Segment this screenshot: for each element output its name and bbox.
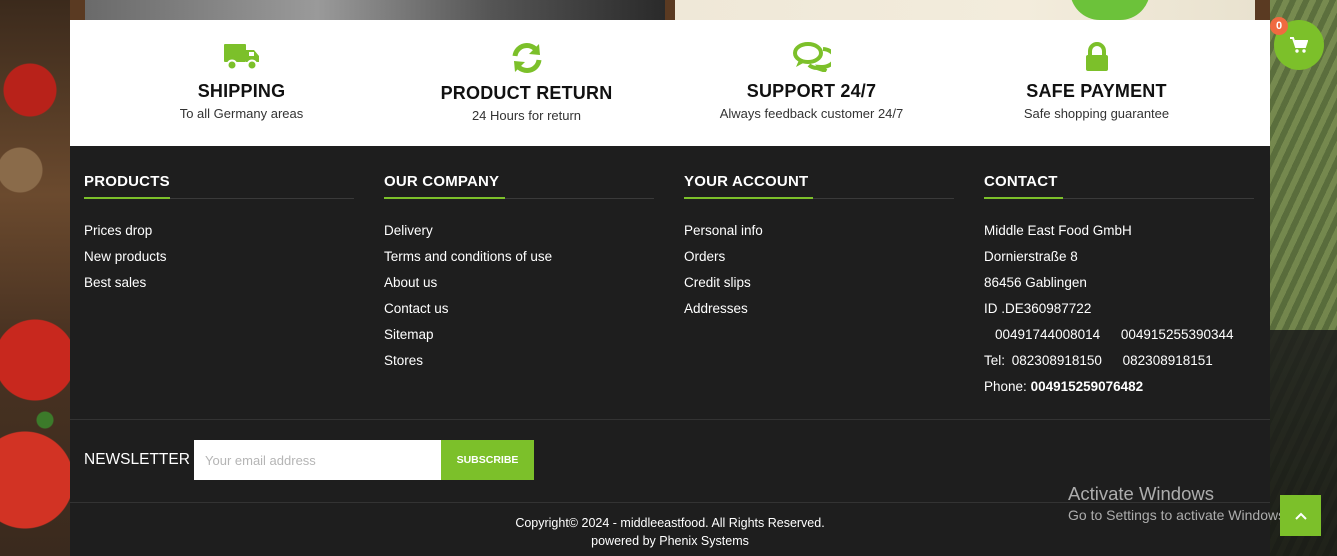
contact-company-name: Middle East Food GmbH bbox=[984, 223, 1132, 238]
contact-tel-label: Tel: bbox=[984, 353, 1006, 368]
truck-icon bbox=[223, 44, 259, 71]
chevron-up-icon bbox=[1294, 512, 1307, 520]
feature-subtitle: Always feedback customer 24/7 bbox=[719, 106, 904, 121]
footer-link-orders[interactable]: Orders bbox=[684, 244, 954, 270]
banner-image-left[interactable] bbox=[85, 0, 665, 20]
feature-subtitle: 24 Hours for return bbox=[471, 108, 582, 123]
footer-links: Prices drop New products Best sales bbox=[84, 218, 354, 296]
background-food-left bbox=[0, 0, 70, 556]
contact-mobile-2[interactable]: 004915255390344 bbox=[1121, 322, 1234, 348]
footer-links: Personal info Orders Credit slips Addres… bbox=[684, 218, 954, 322]
footer-col-contact: CONTACT Middle East Food GmbH Dornierstr… bbox=[984, 173, 1254, 400]
newsletter-label: NEWSLETTER bbox=[84, 451, 190, 468]
feature-subtitle: To all Germany areas bbox=[179, 106, 304, 121]
heading-underline bbox=[984, 197, 1063, 199]
footer-link-prices-drop[interactable]: Prices drop bbox=[84, 218, 354, 244]
footer-heading-text: YOUR ACCOUNT bbox=[684, 173, 809, 190]
heading-underline bbox=[684, 197, 813, 199]
footer-links: Delivery Terms and conditions of use Abo… bbox=[384, 218, 654, 374]
contact-phone-label: Phone: bbox=[984, 379, 1027, 394]
contact-mobile-1[interactable]: 00491744008014 bbox=[995, 322, 1100, 348]
footer-link-terms[interactable]: Terms and conditions of use bbox=[384, 244, 654, 270]
feature-title: SHIPPING bbox=[197, 81, 286, 101]
contact-mobile-numbers: 00491744008014 004915255390344 bbox=[984, 322, 1254, 348]
feature-title: SAFE PAYMENT bbox=[1026, 81, 1167, 101]
feature-safe-payment: SAFE PAYMENT Safe shopping guarantee bbox=[954, 20, 1239, 146]
cart-icon bbox=[1290, 37, 1308, 53]
lock-icon bbox=[1085, 42, 1108, 71]
footer-heading-text: PRODUCTS bbox=[84, 173, 170, 190]
contact-phone: Phone: 004915259076482 bbox=[984, 374, 1254, 400]
footer-divider bbox=[70, 419, 1270, 420]
newsletter-form: NEWSLETTER SUBSCRIBE bbox=[84, 440, 534, 480]
feature-title: PRODUCT RETURN bbox=[440, 83, 613, 103]
footer-link-stores[interactable]: Stores bbox=[384, 348, 654, 374]
subscribe-button[interactable]: SUBSCRIBE bbox=[441, 440, 534, 480]
contact-phone-number[interactable]: 004915259076482 bbox=[1031, 379, 1144, 394]
footer-heading: OUR COMPANY bbox=[384, 173, 654, 199]
back-to-top-button[interactable] bbox=[1280, 495, 1321, 536]
footer-link-contact-us[interactable]: Contact us bbox=[384, 296, 654, 322]
footer-link-new-products[interactable]: New products bbox=[84, 244, 354, 270]
footer-link-about-us[interactable]: About us bbox=[384, 270, 654, 296]
contact-street: Dornierstraße 8 bbox=[984, 249, 1078, 264]
contact-tel-numbers: Tel: 082308918150 082308918151 bbox=[984, 348, 1254, 374]
feature-shipping: SHIPPING To all Germany areas bbox=[99, 20, 384, 146]
feature-title: SUPPORT 24/7 bbox=[746, 81, 877, 101]
feature-product-return: PRODUCT RETURN 24 Hours for return bbox=[384, 20, 669, 146]
footer-col-account: YOUR ACCOUNT Personal info Orders Credit… bbox=[684, 173, 954, 322]
footer-heading-text: OUR COMPANY bbox=[384, 173, 500, 190]
footer-heading: YOUR ACCOUNT bbox=[684, 173, 954, 199]
features-strip: SHIPPING To all Germany areas PRODUCT RE… bbox=[70, 20, 1270, 146]
footer-link-best-sales[interactable]: Best sales bbox=[84, 270, 354, 296]
footer-col-company: OUR COMPANY Delivery Terms and condition… bbox=[384, 173, 654, 374]
feature-subtitle: Safe shopping guarantee bbox=[1023, 106, 1170, 121]
contact-details: Middle East Food GmbH Dornierstraße 8 86… bbox=[984, 218, 1254, 400]
footer-link-delivery[interactable]: Delivery bbox=[384, 218, 654, 244]
chat-icon bbox=[792, 42, 831, 72]
heading-underline bbox=[84, 197, 170, 199]
cart-count-badge: 0 bbox=[1270, 17, 1288, 35]
background-food-right bbox=[1270, 0, 1337, 556]
footer-heading: PRODUCTS bbox=[84, 173, 354, 199]
heading-underline bbox=[384, 197, 505, 199]
floating-cart-button[interactable]: 0 bbox=[1270, 17, 1324, 70]
footer-heading: CONTACT bbox=[984, 173, 1254, 199]
contact-tel-1[interactable]: 082308918150 bbox=[1012, 348, 1102, 374]
newsletter-email-input[interactable] bbox=[194, 440, 441, 480]
contact-city: 86456 Gablingen bbox=[984, 275, 1087, 290]
footer-link-credit-slips[interactable]: Credit slips bbox=[684, 270, 954, 296]
feature-support: SUPPORT 24/7 Always feedback customer 24… bbox=[669, 20, 954, 146]
footer-link-personal-info[interactable]: Personal info bbox=[684, 218, 954, 244]
powered-by-line: powered by Phenix Systems bbox=[591, 534, 749, 548]
footer-col-products: PRODUCTS Prices drop New products Best s… bbox=[84, 173, 354, 296]
banner-image-right[interactable] bbox=[675, 0, 1255, 20]
contact-vat-id: ID .DE360987722 bbox=[984, 301, 1092, 316]
footer-heading-text: CONTACT bbox=[984, 173, 1058, 190]
footer-link-sitemap[interactable]: Sitemap bbox=[384, 322, 654, 348]
refresh-icon bbox=[512, 43, 541, 73]
footer-link-addresses[interactable]: Addresses bbox=[684, 296, 954, 322]
contact-tel-2[interactable]: 082308918151 bbox=[1123, 348, 1213, 374]
